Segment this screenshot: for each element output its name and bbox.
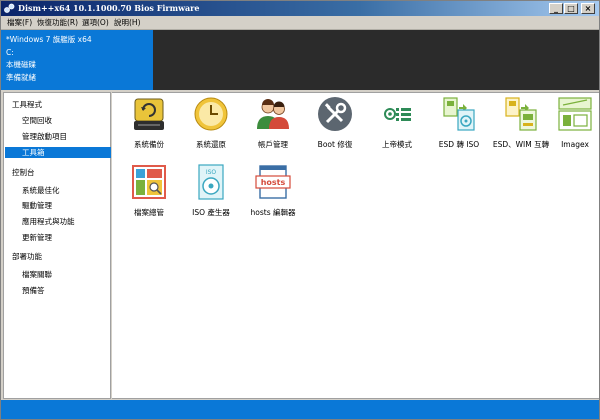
sidebar-item-startup[interactable]: 管理啟動項目 bbox=[5, 131, 111, 142]
tool-label: Boot 修復 bbox=[317, 140, 353, 149]
tool-esd-to-iso[interactable]: ESD 轉 ISO bbox=[428, 96, 490, 158]
tool-label: 系統備份 bbox=[134, 140, 164, 149]
maximize-button[interactable]: □ bbox=[564, 3, 578, 14]
tool-label: ESD 轉 ISO bbox=[438, 140, 480, 149]
wrench-screwdriver-icon bbox=[318, 97, 352, 131]
sidebar-item-answer-file[interactable]: 預備答 bbox=[5, 285, 111, 296]
tool-boot-repair[interactable]: Boot 修復 bbox=[304, 96, 366, 158]
esd-to-iso-icon bbox=[443, 97, 475, 131]
minimize-button[interactable]: _ bbox=[549, 3, 563, 14]
app-icon bbox=[4, 3, 15, 13]
tool-file-explorer[interactable]: 檔案總管 bbox=[118, 164, 180, 226]
menu-options[interactable]: 選項(O) bbox=[82, 17, 109, 29]
restore-clock-icon bbox=[194, 97, 228, 131]
tool-iso-creator[interactable]: ISO ISO 產生器 bbox=[180, 164, 242, 226]
session-selector[interactable]: *Windows 7 旗艦版 x64 C: 本機磁碟 準備就緒 bbox=[1, 30, 153, 90]
session-status: 準備就緒 bbox=[6, 72, 36, 82]
tool-label: 檔案總管 bbox=[134, 208, 164, 217]
sidebar-heading-deploy: 部署功能 bbox=[12, 252, 42, 261]
sidebar-item-apps[interactable]: 應用程式與功能 bbox=[5, 216, 111, 227]
sidebar-item-toolbox[interactable]: 工具箱 bbox=[5, 147, 111, 158]
app-window: Dism++x64 10.1.1000.70 Bios Firmware _ □… bbox=[0, 0, 600, 420]
tool-system-restore[interactable]: 系統還原 bbox=[180, 96, 242, 158]
hosts-editor-icon: hosts bbox=[255, 165, 291, 199]
window-title: Dism++x64 10.1.1000.70 Bios Firmware bbox=[18, 3, 200, 13]
drive-letter: C: bbox=[6, 47, 14, 57]
tool-label: hosts 編輯器 bbox=[250, 208, 296, 217]
god-mode-icon bbox=[384, 108, 411, 121]
imagex-icon bbox=[558, 97, 592, 131]
file-explorer-icon bbox=[132, 165, 166, 199]
tool-label: ISO 產生器 bbox=[192, 208, 230, 217]
tool-label: 帳戶管理 bbox=[258, 140, 288, 149]
menu-file[interactable]: 檔案(F) bbox=[7, 17, 32, 29]
sidebar: 工具程式 空間回收 管理啟動項目 工具箱 控制台 系統最佳化 驅動管理 應用程式… bbox=[3, 92, 111, 399]
tool-account-manager[interactable]: 帳戶管理 bbox=[242, 96, 304, 158]
tool-label: Imagex bbox=[561, 140, 589, 149]
menu-help[interactable]: 說明(H) bbox=[114, 17, 141, 29]
backup-drive-icon bbox=[134, 98, 164, 130]
tool-system-backup[interactable]: 系統備份 bbox=[118, 96, 180, 158]
sidebar-item-file-assoc[interactable]: 檔案關聯 bbox=[5, 269, 111, 280]
iso-creator-icon: ISO bbox=[198, 164, 224, 200]
disk-type: 本機磁碟 bbox=[6, 60, 36, 69]
sidebar-item-drivers[interactable]: 驅動管理 bbox=[5, 200, 111, 211]
tool-god-mode[interactable]: 上帝模式 bbox=[366, 96, 428, 158]
menu-bar: 檔案(F) 恢復功能(R) 選項(O) 說明(H) bbox=[1, 16, 599, 30]
sidebar-item-optimize[interactable]: 系統最佳化 bbox=[5, 185, 111, 196]
sidebar-item-updates[interactable]: 更新管理 bbox=[5, 232, 111, 243]
title-bar[interactable]: Dism++x64 10.1.1000.70 Bios Firmware _ □… bbox=[1, 1, 599, 16]
users-icon bbox=[257, 99, 289, 129]
tool-hosts-editor[interactable]: hosts hosts 編輯器 bbox=[242, 164, 304, 226]
status-bar bbox=[1, 400, 599, 419]
menu-recovery[interactable]: 恢復功能(R) bbox=[37, 17, 78, 29]
sidebar-heading-tools: 工具程式 bbox=[12, 100, 42, 109]
tool-label: 系統還原 bbox=[196, 140, 226, 149]
tool-imagex[interactable]: Imagex bbox=[552, 96, 598, 158]
sidebar-item-space-cleanup[interactable]: 空間回收 bbox=[5, 115, 111, 126]
sidebar-heading-control-panel: 控制台 bbox=[12, 168, 35, 177]
toolbox-panel: 系統備份 系統還原 帳戶管理 Boot 修復 上帝模式 ESD 轉 ISO ES… bbox=[112, 92, 599, 399]
info-header: *Windows 7 旗艦版 x64 C: 本機磁碟 準備就緒 bbox=[1, 30, 599, 90]
esd-wim-convert-icon bbox=[505, 97, 537, 131]
close-button[interactable]: × bbox=[581, 3, 595, 14]
tool-esd-wim-convert[interactable]: ESD、WIM 互轉 bbox=[490, 96, 552, 158]
tool-label: ESD、WIM 互轉 bbox=[492, 140, 550, 149]
os-name: *Windows 7 旗艦版 x64 bbox=[6, 35, 92, 44]
hosts-badge-text: hosts bbox=[261, 178, 286, 187]
iso-badge-text: ISO bbox=[206, 169, 217, 176]
tool-label: 上帝模式 bbox=[382, 140, 412, 149]
